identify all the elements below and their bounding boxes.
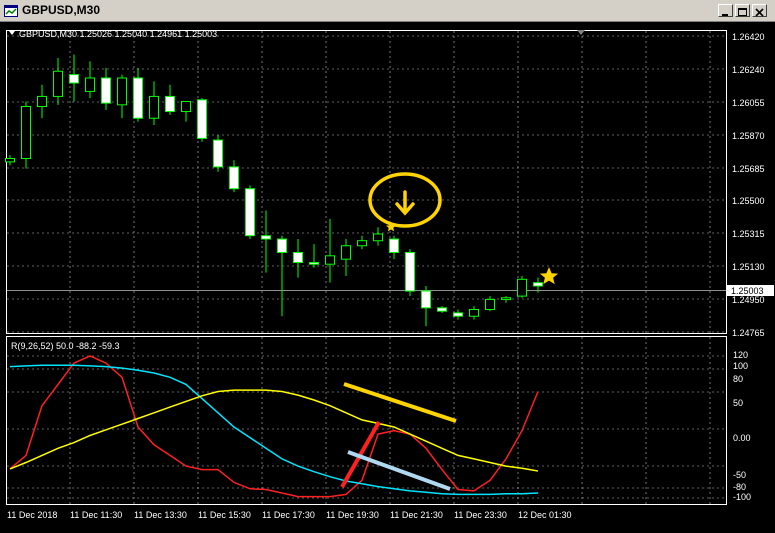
candle-body	[165, 95, 175, 113]
candle-body	[85, 77, 95, 92]
price-label: 1.26420	[732, 32, 765, 42]
candle-body	[261, 235, 271, 240]
candle-body	[117, 77, 127, 106]
time-label: 11 Dec 13:30	[134, 510, 187, 520]
candle-body	[485, 298, 495, 311]
candle-body	[69, 74, 79, 84]
indicator-axis-label: 0.00	[733, 433, 751, 443]
chart-window-icon	[4, 5, 18, 17]
star-icon[interactable]	[539, 267, 559, 285]
candle-body	[277, 238, 287, 253]
window-title: GBPUSD,M30	[22, 3, 101, 17]
candle-body	[101, 77, 111, 104]
candle-body	[533, 282, 543, 287]
close-icon	[755, 8, 764, 17]
indicator-axis-label: -80	[733, 482, 746, 492]
indicator-line-9	[9, 355, 539, 498]
price-label: 1.25500	[732, 196, 765, 206]
candle-body	[421, 290, 431, 309]
time-label: 11 Dec 2018	[7, 510, 57, 520]
time-label: 11 Dec 15:30	[198, 510, 251, 520]
candle-body	[53, 70, 63, 97]
candle-body	[325, 255, 335, 265]
price-label: 1.26240	[732, 65, 765, 75]
price-label: 1.24950	[732, 295, 765, 305]
candle-body	[5, 158, 15, 163]
maximize-button[interactable]	[735, 4, 750, 17]
candle-body	[405, 251, 415, 292]
candle-body	[341, 245, 351, 260]
candle-body	[149, 95, 159, 119]
candle-body	[309, 262, 319, 265]
chart-window[interactable]: GBPUSD,M30 1.25026 1.25040 1.24961 1.250…	[0, 22, 775, 528]
indicator-lines	[9, 355, 539, 498]
candle-body	[245, 188, 255, 237]
candle-body	[37, 95, 47, 108]
scroll-marker-icon[interactable]	[577, 30, 585, 35]
symbol-header: GBPUSD,M30 1.25026 1.25040 1.24961 1.250…	[19, 29, 217, 39]
candle-body	[181, 100, 191, 113]
candle-body	[389, 238, 399, 253]
candle-body	[469, 309, 479, 317]
current-price-label: 1.25003	[731, 286, 764, 296]
time-label: 11 Dec 17:30	[262, 510, 315, 520]
trendline-yellow[interactable]	[343, 382, 457, 423]
maximize-icon	[738, 8, 747, 16]
indicator-axis: 120 100 80 50 0.00 -50 -80 -100	[733, 350, 751, 502]
price-label: 1.26055	[732, 98, 765, 108]
time-label: 11 Dec 21:30	[390, 510, 443, 520]
candle-body	[197, 99, 207, 139]
time-label: 11 Dec 23:30	[454, 510, 507, 520]
close-button[interactable]	[752, 4, 767, 17]
indicator-axis-label: -50	[733, 470, 746, 480]
chart-menu-triangle-icon[interactable]	[9, 31, 15, 35]
candle-body	[213, 139, 223, 168]
indicator-line-52	[9, 364, 539, 496]
indicator-header: R(9,26,52) 50.0 -88.2 -59.3	[11, 341, 120, 351]
time-axis: 11 Dec 2018 11 Dec 11:30 11 Dec 13:30 11…	[7, 510, 572, 520]
time-label: 11 Dec 19:30	[326, 510, 379, 520]
candle-body	[133, 77, 143, 119]
indicator-axis-label: 80	[733, 374, 743, 384]
candle-body	[357, 240, 367, 247]
price-grid	[7, 31, 726, 333]
minimize-icon	[722, 14, 728, 16]
price-label: 1.25870	[732, 131, 765, 141]
candle-body	[293, 251, 303, 264]
candle-body	[517, 278, 527, 297]
candle-body	[437, 307, 447, 312]
indicator-axis-label: 100	[733, 361, 748, 371]
time-label: 12 Dec 01:30	[518, 510, 572, 520]
minimize-button[interactable]	[718, 4, 733, 17]
down-arrow-icon[interactable]	[395, 190, 415, 216]
chart-canvas[interactable]: GBPUSD,M30 1.25026 1.25040 1.24961 1.250…	[0, 22, 775, 528]
indicator-axis-label: -100	[733, 492, 751, 502]
price-label: 1.25315	[732, 229, 765, 239]
indicator-line-26	[9, 389, 539, 472]
price-panel-frame	[6, 30, 727, 334]
candlestick-series	[5, 54, 543, 327]
price-label: 1.24765	[732, 328, 765, 338]
candle-body	[229, 166, 239, 190]
price-label: 1.25130	[732, 262, 765, 272]
candle-body	[21, 106, 31, 160]
candle-body	[501, 297, 511, 300]
price-label: 1.25685	[732, 164, 765, 174]
indicator-axis-label: 120	[733, 350, 748, 360]
time-label: 11 Dec 11:30	[70, 510, 122, 520]
indicator-axis-label: 50	[733, 398, 743, 408]
candle-body	[453, 312, 463, 317]
window-title-bar[interactable]: GBPUSD,M30	[0, 0, 775, 22]
candle-body	[373, 233, 383, 242]
